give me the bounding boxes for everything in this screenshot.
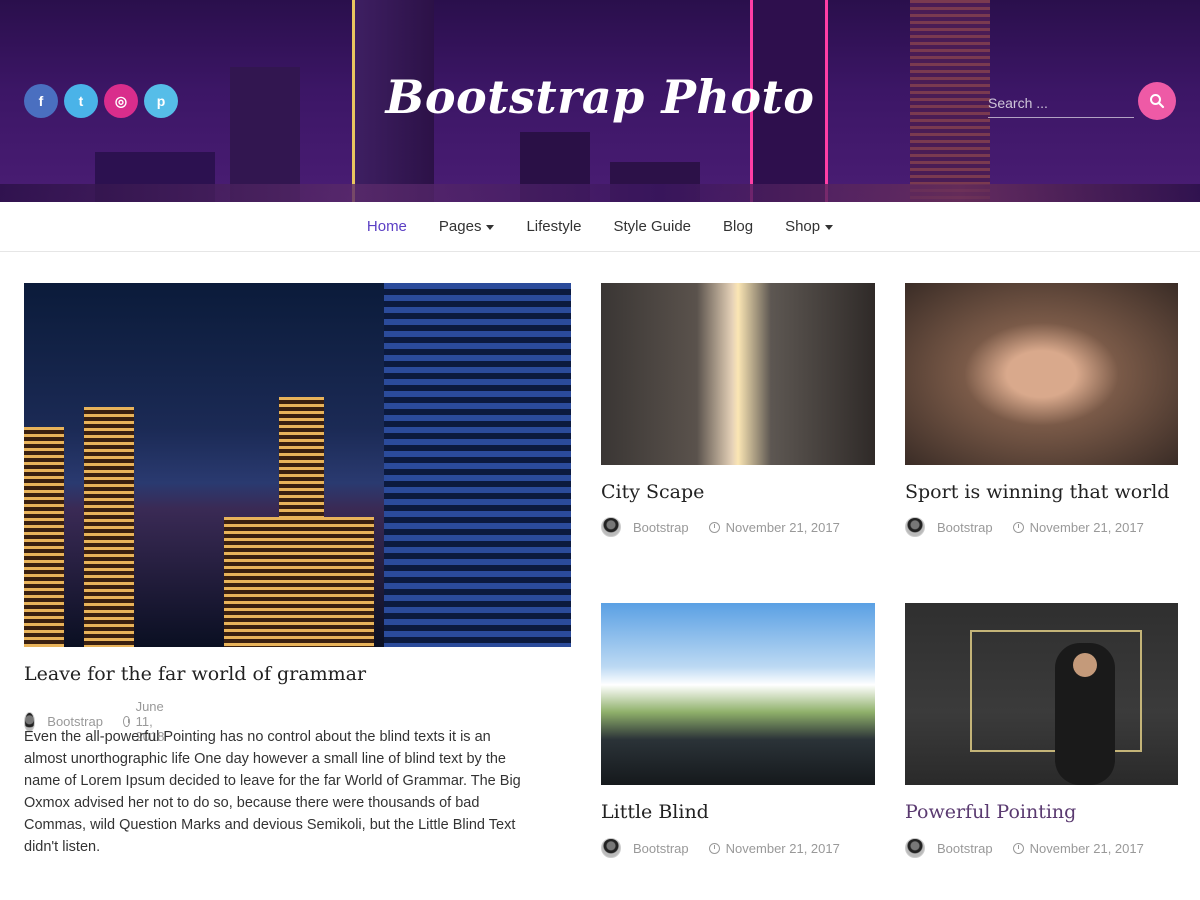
post-image-little-blind[interactable] [601,603,875,785]
excerpt-line: almost unorthographic life One day howev… [24,751,506,767]
excerpt-line: Oxmox advised her not to do so, because … [24,795,480,811]
avatar [601,517,621,537]
post-title[interactable]: Powerful Pointing [905,801,1076,823]
post-meta: Bootstrap November 21, 2017 [905,838,1144,858]
clock-icon [1012,842,1024,854]
nav-item-label: Lifestyle [526,218,582,235]
post-author[interactable]: Bootstrap [937,520,993,535]
featured-post-title[interactable]: Leave for the far world of grammar [24,663,366,685]
nav-item-label: Pages [438,218,482,235]
caret-down-icon [486,224,495,230]
featured-post-excerpt: Even the all-powerful Pointing has no co… [24,726,571,858]
post-date: November 21, 2017 [725,840,840,856]
hero-city-lights [0,184,1200,202]
search-input[interactable] [988,88,1134,118]
avatar [601,838,621,858]
search-icon [1150,94,1165,109]
avatar [905,517,925,537]
post-title[interactable]: City Scape [601,481,704,503]
image-tower [384,283,571,647]
nav-item-pages[interactable]: Pages [423,218,511,235]
nav-item-lifestyle[interactable]: Lifestyle [510,218,597,235]
nav-item-style-guide[interactable]: Style Guide [597,218,707,235]
nav-item-label: Style Guide [613,218,692,235]
image-tower [24,427,64,647]
excerpt-line: didn't listen. [24,839,101,855]
post-image-city-scape[interactable] [601,283,875,465]
nav-item-home[interactable]: Home [351,218,423,235]
clock-icon [708,521,720,533]
caret-down-icon [825,224,834,230]
image-tower [84,407,134,647]
post-meta: Bootstrap November 21, 2017 [905,517,1144,537]
post-meta: Bootstrap November 21, 2017 [601,838,840,858]
post-author[interactable]: Bootstrap [633,520,689,535]
header-hero: f t ◎ p Bootstrap Photo [0,0,1200,202]
post-date: November 21, 2017 [1029,519,1144,535]
featured-post-image[interactable] [24,283,571,647]
image-tower [224,517,374,647]
post-date: November 21, 2017 [1029,840,1144,856]
nav-item-shop[interactable]: Shop [769,218,849,235]
excerpt-line: Commas, wild Question Marks and devious … [24,817,516,833]
excerpt-line: name of Lorem Ipsum decided to leave for… [24,773,521,789]
excerpt-line: Even the all-powerful Pointing has no co… [24,729,491,745]
clock-icon [708,842,720,854]
post-title[interactable]: Little Blind [601,801,709,823]
post-title[interactable]: Sport is winning that world [905,481,1169,503]
search-button[interactable] [1138,82,1176,120]
search-form [988,82,1178,120]
main-nav: Home Pages Lifestyle Style Guide Blog Sh… [0,202,1200,252]
post-image-sport[interactable] [905,283,1178,465]
avatar [905,838,925,858]
post-author[interactable]: Bootstrap [633,841,689,856]
nav-item-label: Blog [723,218,754,235]
nav-item-label: Shop [785,218,821,235]
nav-item-label: Home [366,218,407,235]
post-date: November 21, 2017 [725,519,840,535]
clock-icon [1012,521,1024,533]
post-image-powerful-pointing[interactable] [905,603,1178,785]
post-author[interactable]: Bootstrap [937,841,993,856]
post-meta: Bootstrap November 21, 2017 [601,517,840,537]
nav-item-blog[interactable]: Blog [707,218,769,235]
diner-neon-sign [970,630,1142,785]
